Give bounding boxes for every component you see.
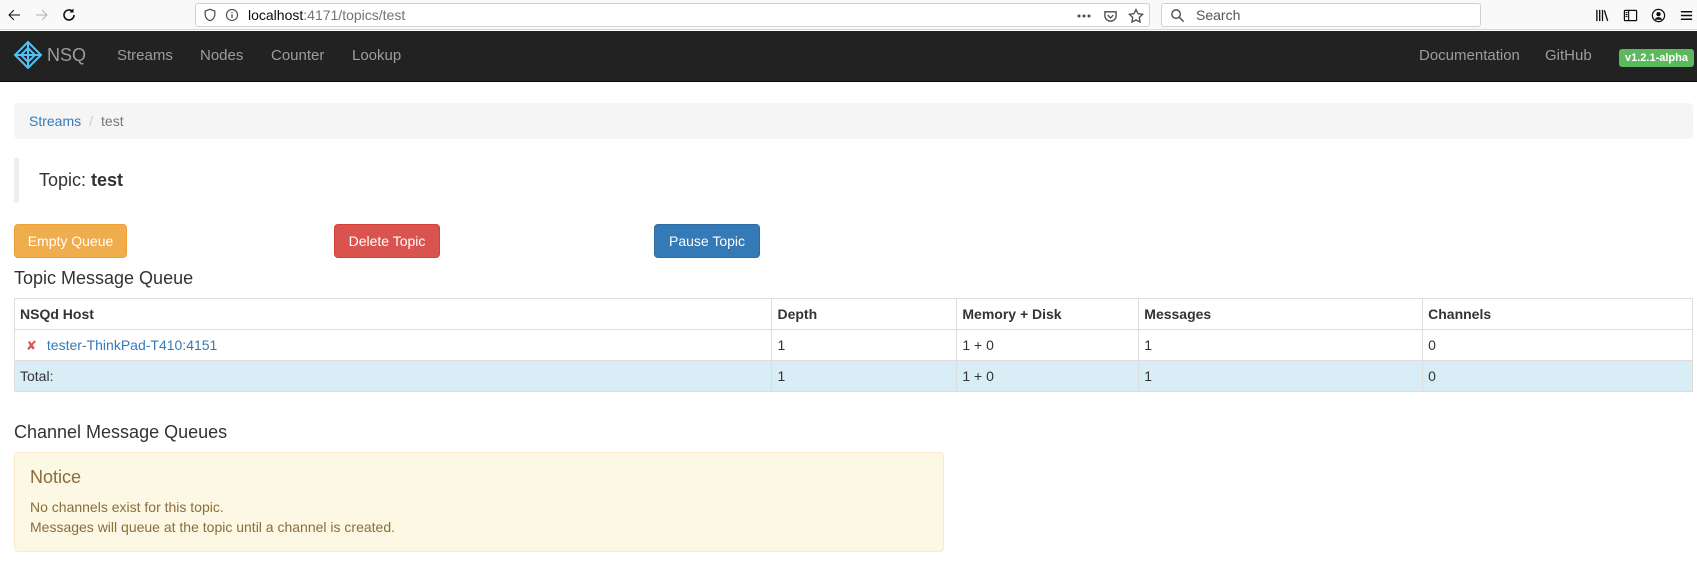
total-label: Total: bbox=[13, 360, 773, 392]
url-path: :4171/topics/test bbox=[303, 7, 406, 23]
table-row: ✘ tester-ThinkPad-T410:4151 1 1 + 0 1 0 bbox=[13, 329, 1693, 361]
menu-icon[interactable] bbox=[1675, 3, 1697, 27]
url-host: localhost bbox=[248, 7, 304, 23]
nav-link-github[interactable]: GitHub bbox=[1545, 47, 1592, 64]
bookmark-star-icon[interactable] bbox=[1127, 7, 1145, 25]
column-header-depth: Depth bbox=[771, 298, 958, 330]
depth-cell: 1 bbox=[771, 329, 958, 361]
notice-line-2: Messages will queue at the topic until a… bbox=[30, 519, 395, 535]
empty-queue-button[interactable]: Empty Queue bbox=[14, 224, 127, 258]
notice-line-1: No channels exist for this topic. bbox=[30, 499, 224, 515]
more-actions-icon[interactable] bbox=[1075, 7, 1093, 25]
host-cell: ✘ tester-ThinkPad-T410:4151 bbox=[13, 329, 773, 361]
shield-icon[interactable] bbox=[202, 7, 218, 23]
back-arrow-icon[interactable] bbox=[2, 3, 26, 27]
main-navbar: NSQ Streams Nodes Counter Lookup Documen… bbox=[0, 31, 1697, 82]
reload-icon[interactable] bbox=[57, 3, 81, 27]
search-icon bbox=[1170, 7, 1186, 23]
search-input[interactable] bbox=[1196, 7, 1466, 23]
page-title: Topic: test bbox=[14, 158, 414, 203]
sidebar-icon[interactable] bbox=[1619, 3, 1641, 27]
nav-link-documentation[interactable]: Documentation bbox=[1419, 47, 1520, 64]
url-text[interactable]: localhost:4171/topics/test bbox=[248, 7, 405, 23]
memory-disk-cell: 1 + 0 bbox=[956, 329, 1140, 361]
breadcrumb-streams-link[interactable]: Streams bbox=[29, 113, 81, 129]
total-row: Total: 1 1 + 0 1 0 bbox=[13, 360, 1693, 392]
column-header-host: NSQd Host bbox=[13, 298, 773, 330]
breadcrumb-separator: / bbox=[89, 113, 94, 129]
total-messages: 1 bbox=[1138, 360, 1424, 392]
nav-link-counter[interactable]: Counter bbox=[271, 47, 324, 64]
breadcrumb: Streams / test bbox=[14, 103, 1693, 139]
account-icon[interactable] bbox=[1647, 3, 1669, 27]
brand-name: NSQ bbox=[47, 44, 87, 65]
delete-topic-button[interactable]: Delete Topic bbox=[334, 224, 440, 258]
nav-link-nodes[interactable]: Nodes bbox=[200, 47, 243, 64]
table-header-row: NSQd Host Depth Memory + Disk Messages C… bbox=[13, 298, 1693, 330]
total-memory-disk: 1 + 0 bbox=[956, 360, 1140, 392]
url-bar[interactable]: localhost:4171/topics/test bbox=[195, 3, 1150, 27]
column-header-messages: Messages bbox=[1138, 298, 1424, 330]
notice-title: Notice bbox=[30, 467, 82, 487]
notice-alert: Notice No channels exist for this topic.… bbox=[14, 452, 944, 552]
total-channels: 0 bbox=[1422, 360, 1693, 392]
info-icon[interactable] bbox=[224, 7, 240, 23]
channels-cell: 0 bbox=[1422, 329, 1693, 361]
topic-label: Topic: bbox=[39, 170, 87, 190]
browser-search-bar[interactable] bbox=[1161, 3, 1481, 27]
library-icon[interactable] bbox=[1591, 3, 1613, 27]
breadcrumb-current: test bbox=[101, 113, 124, 129]
pocket-icon[interactable] bbox=[1101, 7, 1119, 25]
forward-arrow-icon[interactable] bbox=[30, 3, 54, 27]
pause-topic-button[interactable]: Pause Topic bbox=[654, 224, 760, 258]
topic-queue-heading: Topic Message Queue bbox=[14, 268, 194, 288]
column-header-memory-disk: Memory + Disk bbox=[956, 298, 1140, 330]
messages-cell: 1 bbox=[1138, 329, 1424, 361]
column-header-channels: Channels bbox=[1422, 298, 1693, 330]
host-link[interactable]: tester-ThinkPad-T410:4151 bbox=[47, 337, 217, 353]
nsq-logo-icon bbox=[13, 40, 43, 70]
topic-name: test bbox=[91, 170, 124, 190]
topic-queue-table: NSQd Host Depth Memory + Disk Messages C… bbox=[13, 298, 1693, 392]
brand-link[interactable]: NSQ bbox=[13, 40, 86, 70]
browser-toolbar: localhost:4171/topics/test bbox=[0, 0, 1697, 30]
total-depth: 1 bbox=[771, 360, 958, 392]
channel-queue-heading: Channel Message Queues bbox=[14, 422, 228, 442]
nav-link-streams[interactable]: Streams bbox=[117, 47, 173, 64]
nav-link-lookup[interactable]: Lookup bbox=[352, 47, 401, 64]
version-badge: v1.2.1-alpha bbox=[1619, 49, 1694, 67]
error-x-icon: ✘ bbox=[26, 337, 37, 353]
